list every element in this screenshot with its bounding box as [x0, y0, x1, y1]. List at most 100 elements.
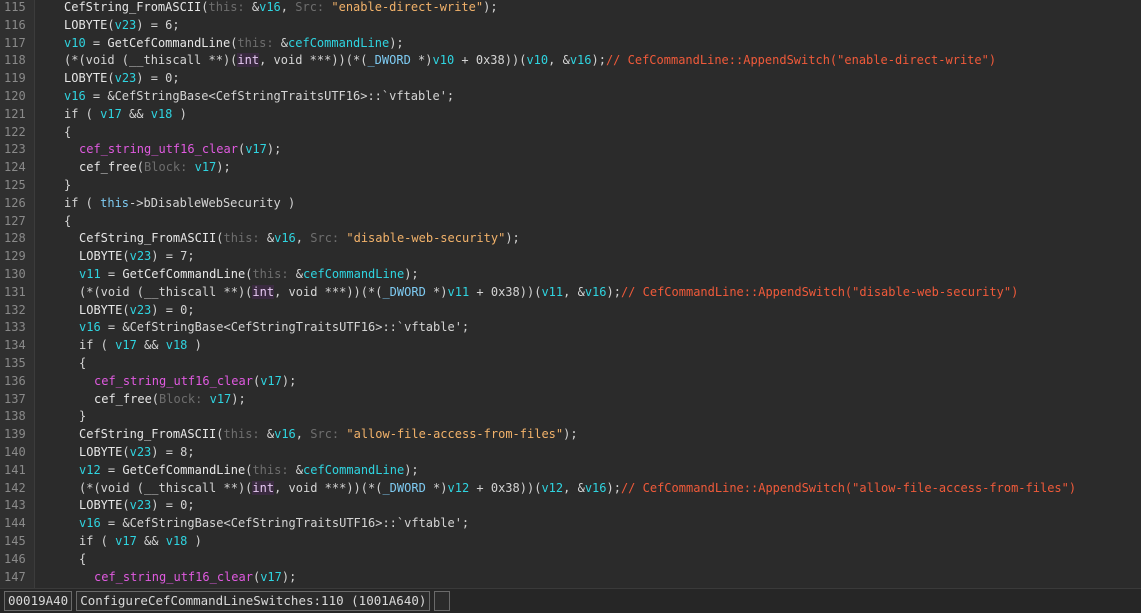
code-token: = &CefStringBase<CefStringTraitsUTF16>::…	[85, 89, 455, 103]
code-line[interactable]: 132 LOBYTE(v23) = 0;	[0, 302, 1141, 319]
code-token: = &CefStringBase<CefStringTraitsUTF16>::…	[100, 320, 470, 335]
code-line[interactable]: 121 if ( v17 && v18 )	[0, 106, 1141, 123]
code-line[interactable]: 140 LOBYTE(v23) = 8;	[0, 444, 1141, 461]
code-line[interactable]: 116 LOBYTE(v23) = 6;	[0, 17, 1141, 34]
line-number: 121	[4, 106, 26, 121]
function-location-field[interactable]: ConfigureCefCommandLineSwitches:110 (100…	[76, 591, 431, 611]
code-token: this:	[252, 267, 296, 281]
code-line[interactable]: 123 cef_string_utf16_clear(v17);	[0, 141, 1141, 158]
code-token: (*(void (__thiscall **)(	[79, 480, 253, 495]
code-token: &	[295, 462, 304, 477]
line-number: 134	[4, 338, 26, 353]
code-line[interactable]: 134 if ( v17 && v18 )	[0, 337, 1141, 354]
code-token: = &CefStringBase<CefStringTraitsUTF16>::…	[100, 516, 470, 531]
code-text: if ( v17 && v18 )	[64, 106, 187, 123]
code-token: // CefCommandLine::AppendSwitch("disable…	[620, 284, 1019, 299]
pseudocode-view[interactable]: 115 CefString_FromASCII(this: &v16, Src: …	[0, 0, 1141, 588]
code-token: v17	[260, 569, 282, 584]
code-token: v16	[274, 427, 296, 442]
line-number: 147	[4, 569, 26, 584]
code-line[interactable]: 145 if ( v17 && v18 )	[0, 533, 1141, 550]
code-token: (*(void (__thiscall **)(	[79, 284, 253, 299]
code-token: &	[280, 35, 289, 50]
code-token: cef_string_utf16_clear	[94, 373, 253, 388]
code-line[interactable]: 136 cef_string_utf16_clear(v17);	[0, 373, 1141, 390]
code-token: (	[122, 498, 130, 513]
code-token: );	[483, 0, 498, 14]
code-token: _DWORD	[382, 284, 426, 299]
code-line[interactable]: 144 v16 = &CefStringBase<CefStringTraitsU…	[0, 515, 1141, 532]
line-number: 127	[4, 213, 26, 228]
code-line[interactable]: 129 LOBYTE(v23) = 7;	[0, 248, 1141, 265]
code-text: cef_string_utf16_clear(v17);	[94, 569, 296, 586]
code-token: (	[122, 445, 130, 459]
code-line[interactable]: 147 cef_string_utf16_clear(v17);	[0, 569, 1141, 586]
code-line[interactable]: 126 if ( this->bDisableWebSecurity )	[0, 195, 1141, 212]
code-token: );	[266, 142, 282, 157]
code-text: (*(void (__thiscall **)(int, void ***))(…	[64, 52, 996, 69]
code-token: &&	[136, 338, 166, 353]
code-line[interactable]: 146 {	[0, 551, 1141, 568]
line-number: 119	[4, 71, 26, 86]
code-token: cef_string_utf16_clear	[79, 142, 238, 157]
code-token: v10	[64, 35, 86, 50]
code-token: *)	[425, 480, 448, 495]
code-line[interactable]: 127 {	[0, 213, 1141, 230]
code-line[interactable]: 143 LOBYTE(v23) = 0;	[0, 497, 1141, 514]
line-number: 117	[4, 35, 26, 50]
code-token: + 0x38))(	[454, 53, 527, 68]
code-token: (	[107, 17, 115, 32]
code-token: );	[606, 284, 621, 299]
code-line[interactable]: 128 CefString_FromASCII(this: &v16, Src: …	[0, 230, 1141, 247]
code-token: (	[216, 427, 224, 442]
code-text: }	[64, 177, 71, 194]
line-number: 133	[4, 320, 26, 335]
code-line[interactable]: 138}	[0, 408, 1141, 425]
code-token: v17	[209, 391, 232, 406]
code-token: ) = 7;	[151, 249, 195, 264]
code-line[interactable]: 135 {	[0, 355, 1141, 372]
code-line[interactable]: 142 (*(void (__thiscall **)(int, void ***…	[0, 480, 1141, 497]
code-line[interactable]: 141 v12 = GetCefCommandLine(this: &cefCom…	[0, 462, 1141, 479]
status-empty-field	[434, 591, 451, 611]
code-token: v17	[100, 106, 122, 121]
code-line[interactable]: 139 CefString_FromASCII(this: &v16, Src: …	[0, 426, 1141, 443]
code-token: v18	[150, 106, 173, 121]
code-line[interactable]: 137 cef_free(Block: v17);	[0, 391, 1141, 408]
code-line[interactable]: 133 v16 = &CefStringBase<CefStringTraitsU…	[0, 319, 1141, 336]
code-line[interactable]: 125}	[0, 177, 1141, 194]
code-token: // CefCommandLine::AppendSwitch("allow-f…	[620, 480, 1077, 495]
code-token: }	[64, 178, 72, 192]
code-token: ->bDisableWebSecurity )	[129, 195, 296, 210]
code-text: v10 = GetCefCommandLine(this: &cefComman…	[64, 35, 404, 52]
code-line[interactable]: 122 {	[0, 124, 1141, 141]
code-token: v16	[584, 284, 607, 299]
code-line[interactable]: 115 CefString_FromASCII(this: &v16, Src: …	[0, 0, 1141, 16]
code-token: this:	[252, 462, 296, 477]
code-token: (	[136, 160, 145, 175]
code-text: cef_free(Block: v17);	[79, 159, 231, 176]
code-token: GetCefCommandLine	[122, 267, 246, 281]
code-line[interactable]: 118 (*(void (__thiscall **)(int, void ***…	[0, 52, 1141, 69]
code-text: {	[79, 355, 86, 372]
code-token: ,	[295, 231, 311, 246]
code-token: this	[100, 195, 130, 210]
code-token: &&	[136, 534, 166, 548]
code-line[interactable]: 131 (*(void (__thiscall **)(int, void ***…	[0, 284, 1141, 301]
code-token: "disable-web-security"	[346, 231, 506, 246]
code-line[interactable]: 120 v16 = &CefStringBase<CefStringTraitsU…	[0, 88, 1141, 105]
code-text: LOBYTE(v23) = 0;	[64, 70, 180, 87]
code-token: v18	[165, 534, 188, 548]
code-token: v12	[79, 462, 101, 477]
line-number: 136	[4, 373, 26, 388]
code-token: );	[231, 391, 246, 406]
code-line[interactable]: 119 LOBYTE(v23) = 0;	[0, 70, 1141, 87]
address-field[interactable]: 00019A40	[4, 591, 73, 611]
code-line[interactable]: 117 v10 = GetCefCommandLine(this: &cefCom…	[0, 35, 1141, 52]
code-text: (*(void (__thiscall **)(int, void ***))(…	[79, 480, 1076, 497]
decompiler-window: 115 CefString_FromASCII(this: &v16, Src: …	[0, 0, 1141, 613]
code-line[interactable]: 130 v11 = GetCefCommandLine(this: &cefCom…	[0, 266, 1141, 283]
code-token: this:	[223, 231, 267, 246]
code-line[interactable]: 124 cef_free(Block: v17);	[0, 159, 1141, 176]
code-token: GetCefCommandLine	[107, 35, 231, 50]
